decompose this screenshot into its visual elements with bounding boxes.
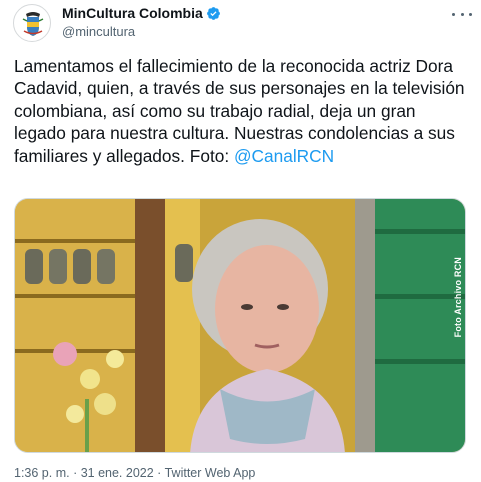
tweet-time[interactable]: 1:36 p. m. [14,466,70,480]
tweet-text: Lamentamos el fallecimiento de la recono… [14,55,469,167]
tweet-card: MinCultura Colombia @mincultura Lamentam… [0,0,481,482]
mention-link[interactable]: @CanalRCN [234,146,334,166]
account-handle[interactable]: @mincultura [62,24,135,39]
photo-credit: Foto Archivo RCN [453,257,463,338]
meta-separator: · [153,466,165,480]
tweet-date[interactable]: 31 ene. 2022 [81,466,154,480]
tweet-photo[interactable]: Foto Archivo RCN [14,198,466,453]
tweet-source: Twitter Web App [164,466,256,480]
colombia-coat-of-arms-icon [22,12,44,36]
account-name-row[interactable]: MinCultura Colombia [62,5,221,21]
photo-image [15,199,465,452]
verified-badge-icon [206,6,220,20]
dot [460,12,464,16]
dot [469,12,472,16]
more-options-icon[interactable] [452,6,472,22]
meta-separator: · [69,466,81,480]
account-avatar[interactable] [13,4,51,42]
dot [452,12,455,16]
display-name[interactable]: MinCultura Colombia [62,5,203,21]
tweet-meta: 1:36 p. m. · 31 ene. 2022 · Twitter Web … [14,466,255,480]
